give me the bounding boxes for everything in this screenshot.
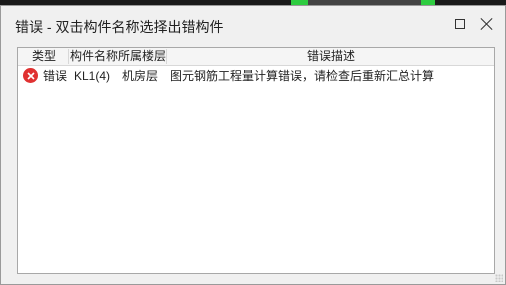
- error-list[interactable]: 类型 构件名称 所属楼层 错误描述 错误 KL1(4) 机房层 图元钢筋工程量计…: [17, 47, 495, 274]
- table-header: 类型 构件名称 所属楼层 错误描述: [18, 48, 494, 66]
- close-icon: [480, 17, 494, 31]
- cell-component-name[interactable]: KL1(4): [74, 69, 110, 84]
- cell-floor: 机房层: [122, 69, 159, 83]
- column-header-component[interactable]: 构件名称: [70, 49, 118, 64]
- maximize-button[interactable]: [450, 14, 470, 34]
- window-title: 错误 - 双击构件名称选择出错构件: [15, 19, 224, 35]
- cell-description: 图元钢筋工程量计算错误，请检查后重新汇总计算: [170, 69, 435, 83]
- cell-type: 错误: [43, 69, 68, 83]
- column-header-type[interactable]: 类型: [32, 49, 56, 64]
- maximize-icon: [455, 19, 465, 29]
- close-button[interactable]: [477, 14, 497, 34]
- table-row[interactable]: 错误 KL1(4) 机房层 图元钢筋工程量计算错误，请检查后重新汇总计算: [18, 66, 494, 86]
- column-header-description[interactable]: 错误描述: [307, 49, 355, 64]
- column-header-floor[interactable]: 所属楼层: [118, 49, 166, 64]
- error-icon: [23, 68, 38, 83]
- column-divider[interactable]: [68, 49, 69, 64]
- resize-grip[interactable]: [495, 274, 503, 282]
- column-divider[interactable]: [166, 49, 167, 64]
- title-bar[interactable]: 错误 - 双击构件名称选择出错构件: [1, 6, 505, 44]
- error-dialog: 错误 - 双击构件名称选择出错构件 类型 构件名称 所属楼层 错误描述 错误 K…: [0, 5, 506, 285]
